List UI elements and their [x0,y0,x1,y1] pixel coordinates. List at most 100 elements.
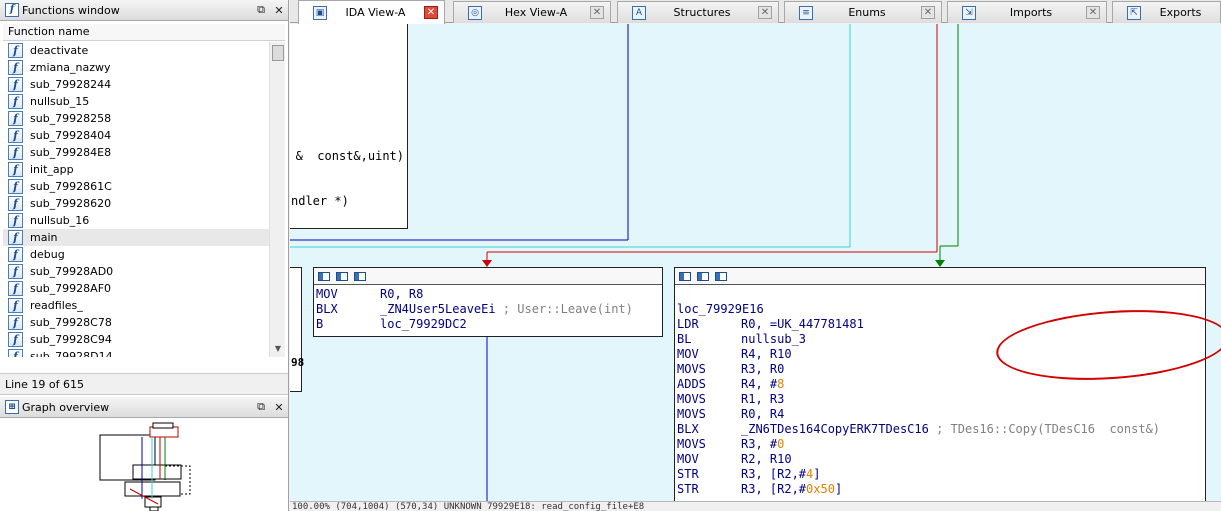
function-list-item[interactable]: f sub_799284E8 [3,144,269,161]
tab-enums[interactable]: ≡ Enums ✕ [784,1,942,23]
function-list-item[interactable]: f deactivate [3,42,269,59]
function-list-item[interactable]: f sub_79928D14 [3,348,269,357]
node-right-code[interactable]: LDR R0, =UK_447781481 BL nullsub_3 MOV R4, R1… [675,317,1205,497]
function-name[interactable]: main [30,231,57,244]
function-name[interactable]: readfiles_ [30,299,83,312]
graph-overview-thumbnail[interactable] [0,419,288,511]
function-name[interactable]: sub_79928AD0 [30,265,113,278]
asm-line[interactable]: STR R3, [R2,#4] [677,467,1205,482]
graph-overview-canvas[interactable] [0,419,288,511]
asm-line[interactable]: MOVS R3, R0 [677,362,1205,377]
node-group-icon[interactable] [715,271,727,281]
tab-ida-view-a[interactable]: ▣ IDA View-A ✕ [298,0,445,24]
function-name[interactable]: sub_79928258 [30,112,111,125]
function-list-item[interactable]: f nullsub_15 [3,93,269,110]
function-list-item[interactable]: f sub_79928244 [3,76,269,93]
function-list-item[interactable]: f readfiles_ [3,297,269,314]
float-window-icon[interactable]: ⧉ [252,3,270,17]
close-tab-icon[interactable]: ✕ [1086,6,1100,19]
function-list-item[interactable]: f sub_79928258 [3,110,269,127]
asm-mnemonic: BLX [677,422,699,436]
function-name[interactable]: nullsub_16 [30,214,89,227]
asm-operand: R1, R3 [741,392,785,406]
tab-hex-view-a[interactable]: ◎ Hex View-A ✕ [453,1,611,23]
function-list-item[interactable]: f init_app [3,161,269,178]
loc-label[interactable]: loc_79929E16 [677,302,764,316]
function-name[interactable]: sub_79928C94 [30,333,112,346]
function-list-item[interactable]: f nullsub_16 [3,212,269,229]
asm-line[interactable]: BLX _ZN6TDes164CopyERK7TDesC16 ; TDes16::… [677,422,1205,437]
close-tab-icon[interactable]: ✕ [590,6,604,19]
function-list-item[interactable]: f sub_79928C94 [3,331,269,348]
function-name[interactable]: sub_79928AF0 [30,282,111,295]
asm-line[interactable]: STR R3, [R2,#0x50] [677,482,1205,497]
function-name[interactable]: sub_799284E8 [30,146,111,159]
function-list-item[interactable]: f sub_7992861C [3,178,269,195]
graph-node-top[interactable]: & const&,uint) ndler *) [290,24,408,229]
function-list-scrollbar[interactable]: ▲ ▼ [269,42,285,357]
asm-mnemonic: BLX [316,302,338,316]
node-color-icon[interactable] [679,271,691,281]
function-list-item[interactable]: f sub_79928AD0 [3,263,269,280]
asm-line[interactable]: BLX _ZN4User5LeaveEi ; User::Leave(int) [316,302,662,317]
close-icon[interactable]: ✕ [270,4,288,17]
function-list-item[interactable]: f sub_79928404 [3,127,269,144]
function-name-column-header[interactable]: Function name [3,24,285,41]
asm-line[interactable]: MOVS R3, #0 [677,437,1205,452]
function-name[interactable]: sub_79928D14 [30,350,113,357]
node-graph-icon[interactable] [697,271,709,281]
scroll-thumb[interactable] [272,45,284,61]
graph-node-right[interactable]: loc_79929E16 LDR R0, =UK_447781481 BL nulls… [674,267,1206,501]
close-icon[interactable]: ✕ [270,401,288,414]
tab-imports[interactable]: ⇲ Imports ✕ [947,1,1107,23]
graph-node-left[interactable]: 98 [290,267,304,392]
function-list-item[interactable]: f debug [3,246,269,263]
asm-mnemonic: BL [677,332,692,346]
function-name[interactable]: init_app [30,163,74,176]
function-icon: f [8,281,23,296]
function-name[interactable]: sub_79928404 [30,129,111,142]
function-icon: f [8,247,23,262]
function-name[interactable]: sub_79928244 [30,78,111,91]
node-group-icon[interactable] [354,271,366,281]
asm-mnemonic: MOV [677,347,699,361]
asm-line[interactable]: ADDS R4, #8 [677,377,1205,392]
close-tab-icon[interactable]: ✕ [424,6,438,19]
close-tab-icon[interactable]: ✕ [921,6,935,19]
asm-line[interactable]: MOV R2, R10 [677,452,1205,467]
asm-mnemonic: STR [677,482,699,496]
asm-line[interactable]: LDR R0, =UK_447781481 [677,317,1205,332]
asm-line[interactable]: Bloc_79929DC2 [316,317,662,332]
function-list-item[interactable]: f sub_79928C78 [3,314,269,331]
graph-view[interactable]: & const&,uint) ndler *) 98 MOV R0, R8 BLX _… [290,24,1221,501]
tab-structures[interactable]: A Structures ✕ [617,1,779,23]
function-name[interactable]: sub_7992861C [30,180,112,193]
graph-node-middle[interactable]: MOV R0, R8 BLX _ZN4User5LeaveEi ; User::Lea… [313,267,663,337]
asm-line[interactable]: MOV R4, R10 [677,347,1205,362]
function-list-item[interactable]: f zmiana_nazwy [3,59,269,76]
asm-line[interactable]: MOVS R0, R4 [677,407,1205,422]
scroll-down-icon[interactable]: ▼ [270,341,286,357]
tab-label: Structures [673,6,731,19]
float-window-icon[interactable]: ⧉ [252,400,270,414]
function-name[interactable]: debug [30,248,65,261]
node-color-icon[interactable] [318,271,330,281]
asm-line[interactable]: BL nullsub_3 [677,332,1205,347]
asm-line[interactable]: MOV R0, R8 [316,287,662,302]
function-name[interactable]: sub_79928620 [30,197,111,210]
function-list-item[interactable]: f sub_79928620 [3,195,269,212]
function-list[interactable]: f deactivate f zmiana_nazwy f sub_79928244 f nu… [3,42,269,357]
tab-exports[interactable]: ⇱ Exports [1112,1,1221,23]
function-name[interactable]: nullsub_15 [30,95,89,108]
function-list-item[interactable]: f sub_79928AF0 [3,280,269,297]
close-tab-icon[interactable]: ✕ [758,6,772,19]
function-name[interactable]: deactivate [30,44,88,57]
asm-mnemonic: MOV [677,452,699,466]
node-middle-code[interactable]: MOV R0, R8 BLX _ZN4User5LeaveEi ; User::Lea… [314,285,662,332]
asm-line[interactable]: MOVS R1, R3 [677,392,1205,407]
function-name[interactable]: zmiana_nazwy [30,61,111,74]
function-name[interactable]: sub_79928C78 [30,316,112,329]
function-list-item[interactable]: f main [3,229,269,246]
asm-operand: R0, R4 [741,407,785,421]
node-graph-icon[interactable] [336,271,348,281]
